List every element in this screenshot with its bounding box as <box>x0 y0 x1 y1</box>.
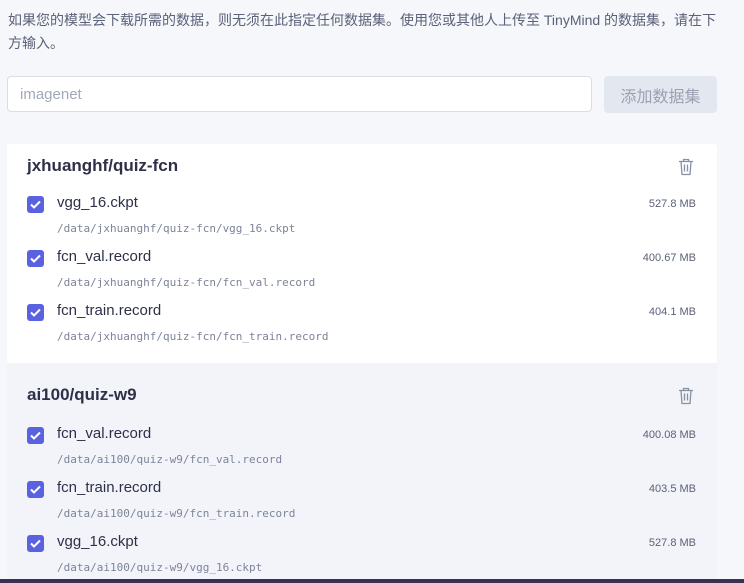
checkmark-icon <box>30 308 41 317</box>
file-size: 404.1 MB <box>648 306 696 318</box>
file-path: /data/ai100/quiz-w9/fcn_train.record <box>57 507 296 520</box>
checkmark-icon <box>30 431 41 440</box>
file-name: fcn_train.record <box>57 479 162 496</box>
file-checkbox[interactable] <box>27 250 44 267</box>
file-checkbox[interactable] <box>27 427 44 444</box>
file-checkbox[interactable] <box>27 304 44 321</box>
file-size: 527.8 MB <box>648 198 696 210</box>
dataset-search-input[interactable] <box>7 76 592 112</box>
dataset-card: ai100/quiz-w9 fcn_val.record 400.08 MB /… <box>7 363 717 583</box>
file-size: 403.5 MB <box>648 483 696 495</box>
trash-icon[interactable] <box>678 158 694 176</box>
file-size: 400.67 MB <box>642 252 696 264</box>
checkmark-icon <box>30 485 41 494</box>
file-checkbox[interactable] <box>27 481 44 498</box>
file-item: vgg_16.ckpt 527.8 MB /data/ai100/quiz-w9… <box>7 527 717 581</box>
file-path: /data/jxhuanghf/quiz-fcn/fcn_val.record <box>57 276 316 289</box>
file-item: fcn_train.record 404.1 MB /data/jxhuangh… <box>7 296 717 350</box>
file-path: /data/ai100/quiz-w9/fcn_val.record <box>57 453 283 466</box>
file-checkbox[interactable] <box>27 535 44 552</box>
intro-text: 如果您的模型会下载所需的数据，则无须在此指定任何数据集。使用您或其他人上传至 T… <box>8 12 717 51</box>
trash-icon[interactable] <box>678 387 694 405</box>
file-item: vgg_16.ckpt 527.8 MB /data/jxhuanghf/qui… <box>7 188 717 242</box>
dataset-card: jxhuanghf/quiz-fcn vgg_16.ckpt 527.8 MB … <box>7 144 717 363</box>
dataset-search-row: 添加数据集 <box>7 76 717 114</box>
file-name: vgg_16.ckpt <box>57 194 138 211</box>
file-item: fcn_train.record 403.5 MB /data/ai100/qu… <box>7 473 717 527</box>
file-name: fcn_val.record <box>57 248 152 265</box>
checkmark-icon <box>30 200 41 209</box>
file-path: /data/jxhuanghf/quiz-fcn/vgg_16.ckpt <box>57 222 296 235</box>
dataset-title: jxhuanghf/quiz-fcn <box>27 156 179 175</box>
file-name: fcn_train.record <box>57 302 162 319</box>
file-size: 527.8 MB <box>648 537 696 549</box>
add-dataset-button[interactable]: 添加数据集 <box>604 76 717 113</box>
file-size: 400.08 MB <box>642 429 696 441</box>
file-name: vgg_16.ckpt <box>57 533 138 550</box>
file-path: /data/ai100/quiz-w9/vgg_16.ckpt <box>57 561 263 574</box>
checkmark-icon <box>30 254 41 263</box>
checkmark-icon <box>30 539 41 548</box>
file-item: fcn_val.record 400.08 MB /data/ai100/qui… <box>7 419 717 473</box>
bottom-edge-bar <box>0 579 744 583</box>
file-item: fcn_val.record 400.67 MB /data/jxhuanghf… <box>7 242 717 296</box>
file-path: /data/jxhuanghf/quiz-fcn/fcn_train.recor… <box>57 330 329 343</box>
file-checkbox[interactable] <box>27 196 44 213</box>
file-name: fcn_val.record <box>57 425 152 442</box>
dataset-title: ai100/quiz-w9 <box>27 385 137 404</box>
